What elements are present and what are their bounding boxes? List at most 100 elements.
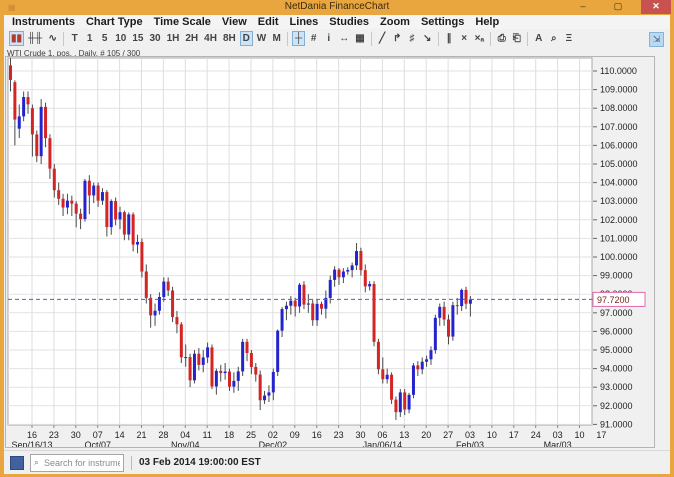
candle-body	[57, 190, 60, 199]
candle-body	[132, 214, 135, 244]
y-tick-label: 106.0000	[600, 140, 638, 150]
menu-edit[interactable]: Edit	[258, 16, 279, 28]
y-tick-label: 91.0000	[600, 419, 633, 429]
pan-icon[interactable]: ↔	[337, 31, 351, 46]
candle-body	[114, 201, 117, 219]
candle-body	[434, 318, 437, 350]
status-bar: ⌕ 03 Feb 2014 19:00:00 EST	[4, 450, 670, 474]
menu-lines[interactable]: Lines	[290, 16, 319, 28]
candle-body	[75, 204, 78, 214]
y-tick-label: 96.0000	[600, 326, 633, 336]
candle-body	[316, 304, 319, 320]
candle-body	[307, 304, 310, 305]
candle-body	[110, 201, 113, 227]
candle-body	[416, 365, 419, 369]
status-separator	[131, 456, 132, 470]
grid-icon[interactable]: #	[307, 31, 320, 46]
y-tick-label: 97.0000	[600, 308, 633, 318]
timescale-5-button[interactable]: 5	[98, 31, 111, 46]
print-icon[interactable]: ⎙	[495, 31, 508, 46]
timescale-15-button[interactable]: 15	[130, 31, 145, 46]
timescale-tick-button[interactable]: T	[68, 31, 81, 46]
panel-toggle-button[interactable]: ⇲	[649, 32, 664, 47]
menu-help[interactable]: Help	[475, 16, 499, 28]
delete-line-icon[interactable]: ×	[458, 31, 471, 46]
maximize-button[interactable]: ▢	[607, 0, 629, 14]
timescale-1-button[interactable]: 1	[83, 31, 96, 46]
candlestick-chart-button[interactable]: ▮▮	[9, 31, 24, 46]
levels-icon[interactable]: Ξ	[562, 31, 575, 46]
x-week-label: 04	[180, 430, 190, 440]
plot-area[interactable]	[8, 58, 592, 425]
y-tick-label: 101.0000	[600, 233, 638, 243]
timescale-8h-button[interactable]: 8H	[221, 31, 238, 46]
x-week-label: 14	[115, 430, 125, 440]
magnifier-icon[interactable]: ⌕	[547, 31, 560, 46]
candle-body	[294, 301, 297, 307]
crosshair-icon[interactable]: ┼	[292, 31, 305, 46]
candle-body	[311, 304, 314, 321]
timescale-monthly-button[interactable]: M	[270, 31, 283, 46]
duplicate-line-icon[interactable]: ∥	[443, 31, 456, 46]
status-timestamp: 03 Feb 2014 19:00:00 EST	[139, 457, 261, 468]
candle-body	[408, 395, 411, 410]
toolbar-separator	[287, 32, 288, 46]
y-tick-label: 93.0000	[600, 382, 633, 392]
close-button[interactable]: ✕	[641, 0, 671, 14]
minimize-button[interactable]: –	[572, 0, 594, 14]
menu-time-scale[interactable]: Time Scale	[154, 16, 211, 28]
x-week-label: 10	[487, 430, 497, 440]
client-area: Instruments Chart Type Time Scale View Edit L…	[4, 15, 670, 473]
candle-body	[215, 371, 218, 387]
candle-body	[202, 357, 205, 364]
timescale-10-button[interactable]: 10	[113, 31, 128, 46]
candle-body	[421, 362, 424, 370]
arrow-line-icon[interactable]: ↱	[391, 31, 404, 46]
line-chart-button[interactable]: ∿	[46, 31, 59, 46]
trendline-icon[interactable]: ╱	[376, 31, 389, 46]
menu-studies[interactable]: Studies	[329, 16, 369, 28]
candle-body	[272, 372, 275, 392]
candle-body	[394, 400, 397, 412]
timescale-4h-button[interactable]: 4H	[202, 31, 219, 46]
y-tick-label: 105.0000	[600, 159, 638, 169]
font-icon[interactable]: A	[532, 31, 545, 46]
candle-body	[451, 305, 454, 336]
candle-body	[377, 342, 380, 370]
x-week-label: 13	[399, 430, 409, 440]
timescale-1h-button[interactable]: 1H	[165, 31, 182, 46]
toolbar-separator	[490, 32, 491, 46]
parallel-channel-icon[interactable]: ♯	[406, 31, 419, 46]
x-week-label: 02	[268, 430, 278, 440]
title-bar[interactable]: ▦ NetDania FinanceChart – ▢ ✕	[0, 0, 674, 15]
y-tick-label: 107.0000	[600, 122, 638, 132]
x-week-label: 30	[355, 430, 365, 440]
search-input[interactable]	[42, 457, 122, 469]
menu-view[interactable]: View	[222, 16, 247, 28]
pitchfork-icon[interactable]: ↘	[421, 31, 434, 46]
menu-bar: Instruments Chart Type Time Scale View Edit L…	[4, 15, 670, 29]
timescale-30-button[interactable]: 30	[147, 31, 162, 46]
menu-instruments[interactable]: Instruments	[12, 16, 75, 28]
menu-zoom[interactable]: Zoom	[380, 16, 410, 28]
toolbar-separator	[63, 32, 64, 46]
timescale-daily-button[interactable]: D	[240, 31, 253, 46]
candle-body	[31, 108, 34, 134]
candle-body	[136, 242, 139, 245]
timescale-weekly-button[interactable]: W	[255, 31, 268, 46]
candle-body	[127, 214, 130, 234]
print-preview-icon[interactable]: ⎗	[510, 31, 523, 46]
candle-body	[167, 282, 170, 291]
info-icon[interactable]: i	[322, 31, 335, 46]
x-week-label: 27	[443, 430, 453, 440]
candle-body	[66, 201, 69, 208]
candlestick-chart[interactable]: 91.000092.000093.000094.000095.000096.00…	[6, 57, 654, 447]
ohlc-bars-chart-button[interactable]: ╫╫	[26, 31, 44, 46]
menu-chart-type[interactable]: Chart Type	[86, 16, 143, 28]
delete-all-lines-icon[interactable]: ×ₐ	[473, 31, 487, 46]
candle-body	[22, 97, 25, 116]
menu-settings[interactable]: Settings	[421, 16, 464, 28]
search-box[interactable]: ⌕	[30, 454, 124, 472]
chart-values-icon[interactable]: ▦	[353, 31, 366, 46]
timescale-2h-button[interactable]: 2H	[183, 31, 200, 46]
